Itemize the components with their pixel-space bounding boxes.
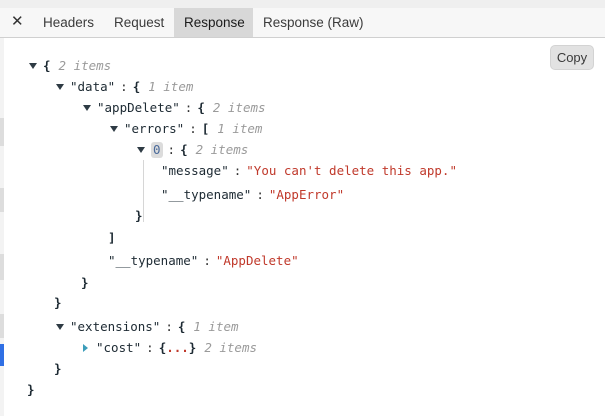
tree-node-cost[interactable]: "cost": {...} 2 items (81, 338, 257, 358)
indent-guide (143, 160, 144, 222)
tab-headers[interactable]: Headers (33, 8, 104, 37)
copy-button[interactable]: Copy (550, 45, 594, 70)
tree-leaf-appdelete-typename[interactable]: "__typename": "AppDelete" (108, 251, 299, 271)
tree-close-brace: } (81, 275, 89, 290)
triangle-down-icon[interactable] (56, 83, 64, 90)
tree-leaf-error-typename[interactable]: "__typename": "AppError" (161, 185, 344, 205)
error-typename-value: "AppError" (268, 187, 345, 202)
tree-node-errors[interactable]: "errors":[1 item (110, 119, 262, 139)
tree-node-root[interactable]: {2 items (29, 56, 111, 76)
array-index-badge: 0 (151, 142, 163, 158)
tree-node-appdelete[interactable]: "appDelete":{2 items (83, 98, 266, 118)
tree-close-brace: } (54, 295, 62, 310)
close-icon[interactable]: ✕ (11, 13, 24, 31)
tab-request[interactable]: Request (104, 8, 174, 37)
gutter-active-marker (0, 344, 4, 366)
tab-response[interactable]: Response (174, 8, 253, 37)
tab-response-raw[interactable]: Response (Raw) (253, 8, 374, 37)
triangle-down-icon[interactable] (110, 125, 118, 132)
tree-close-brace: } (27, 382, 35, 397)
message-value: "You can't delete this app." (246, 163, 457, 178)
tree-node-extensions[interactable]: "extensions":{1 item (56, 317, 239, 337)
triangle-down-icon[interactable] (137, 146, 145, 153)
triangle-down-icon[interactable] (83, 104, 91, 111)
gutter-marker (0, 118, 4, 146)
tree-close-brace: } (54, 361, 62, 376)
tab-bar: ✕ Headers Request Response Response (Raw… (0, 8, 605, 38)
gutter-marker (0, 254, 4, 280)
triangle-right-icon[interactable] (83, 343, 88, 352)
tree-leaf-message[interactable]: "message": "You can't delete this app." (161, 161, 457, 181)
tree-node-error-0[interactable]: 0:{2 items (137, 140, 248, 160)
appdelete-typename-value: "AppDelete" (215, 253, 299, 268)
gutter-marker (0, 188, 4, 212)
tree-node-data[interactable]: "data":{1 item (56, 77, 193, 97)
triangle-down-icon[interactable] (56, 323, 64, 330)
tree-close-bracket: ] (108, 230, 116, 245)
gutter-marker (0, 314, 4, 338)
triangle-down-icon[interactable] (29, 62, 37, 69)
tree-close-brace: } (135, 208, 143, 223)
